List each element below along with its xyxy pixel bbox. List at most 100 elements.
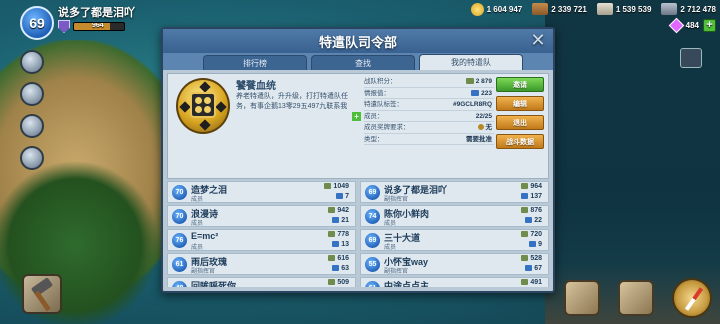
member-vp-value: 876 [530,207,542,214]
intel-icon [471,89,480,96]
task-force-emblem-icon [176,78,230,134]
stat-row: + 成员： 22/25 [352,111,494,123]
victory-points-icon [521,279,529,286]
member-level: 61 [365,281,380,287]
member-intel: 7 [336,193,349,200]
ship-button[interactable] [564,280,600,316]
resource-value: 2 339 721 [551,4,587,14]
member-intel-value: 21 [341,217,349,224]
victory-points-icon [328,231,336,238]
member-vp-value: 964 [530,183,542,190]
stat-value: 22/25 [476,111,492,123]
dialog-title: 特遣队司令部 [318,34,397,50]
add-member-button[interactable]: + [352,111,361,121]
member-role: 成员 [384,221,397,227]
member-intel: 63 [332,265,349,272]
stat-row: 成员奖牌要求： 无 [364,122,494,134]
stat-value-text: 需要批准 [466,135,492,143]
build-button[interactable] [22,274,62,314]
member-row[interactable]: 61 雨后玫瑰 副指挥官 616 63 [167,253,356,275]
resource-gold: 1 604 947 [470,3,523,16]
member-level: 55 [365,257,380,272]
stat-value-text: 22/25 [475,112,492,120]
left-tools [20,50,44,170]
member-name: 中途点点主 [384,281,430,287]
victory-points-icon [328,279,336,286]
tab-0[interactable]: 排行榜 [203,55,307,70]
member-intel: 13 [332,241,349,248]
member-list[interactable]: 70 造梦之泪 成员 1049 7 69 说多了都是泪吖 副指挥官 964 137 70 浪漫诗 成员 9… [167,181,549,287]
chat-icon[interactable] [20,146,44,170]
stat-row: 特遣队标签： #9GCLR8RQ [364,99,494,111]
action-buttons: 邀请编辑退出战斗数据 [496,77,544,149]
member-intel-value: 7 [345,193,349,200]
people-icon[interactable] [20,82,44,106]
victory-points-icon [328,255,336,262]
action-button-2[interactable]: 退出 [496,115,544,130]
member-victory-points: 509 [328,279,349,286]
member-victory-points: 491 [521,279,542,286]
resource-value: 2 712 478 [680,4,716,14]
member-vp-value: 528 [530,255,542,262]
gear-icon[interactable] [20,114,44,138]
member-row[interactable]: 69 三十大道 成员 720 9 [360,229,549,251]
action-button-0[interactable]: 邀请 [496,77,544,92]
member-row[interactable]: 69 说多了都是泪吖 副指挥官 964 137 [360,181,549,203]
intel-icon [521,193,529,200]
member-vp-value: 491 [530,279,542,286]
stat-value-text: 223 [481,89,492,97]
intel-icon [332,265,340,272]
member-vp-value: 1049 [333,183,349,190]
victory-points-icon [521,207,529,214]
stat-label: 战队积分： [364,78,397,85]
stat-value-text: 无 [485,124,493,131]
stat-value: 需要批准 [466,134,492,146]
member-intel: 22 [525,217,542,224]
compass-button[interactable] [672,278,712,318]
member-level: 74 [365,209,380,224]
victory-points-icon [328,207,336,214]
stat-value: 无 [477,122,493,134]
stat-row: 情报值： 223 [364,88,494,99]
player-level-badge[interactable]: 69 [20,6,54,40]
member-intel-value: 63 [341,265,349,272]
member-row[interactable]: 70 浪漫诗 成员 942 21 [167,205,356,227]
buy-diamonds-button[interactable]: + [703,19,716,32]
map-button[interactable] [618,280,654,316]
member-victory-points: 616 [328,255,349,262]
victory-points-icon [465,78,474,85]
stat-label: 特遣队标签： [364,101,403,108]
resource-value: 1 604 947 [486,5,523,14]
task-force-dialog: 特遣队司令部 ✕ 排行榜 查找 我的特遣队 饕餮血统 养老特遣队，升升级，打打特遣队… [161,27,555,293]
member-row[interactable]: 70 造梦之泪 成员 1049 7 [167,181,356,203]
member-row[interactable]: 76 E=mc² 成员 778 13 [167,229,356,251]
member-victory-points: 1049 [324,183,349,190]
member-row[interactable]: 61中途点点主成员49162 [360,277,549,287]
wood-icon [532,3,549,15]
member-intel-value: 67 [534,265,542,272]
action-button-3[interactable]: 战斗数据 [496,134,544,149]
stat-row: 类型： 需要批准 [364,134,494,146]
map-pin-icon[interactable] [20,50,44,74]
member-role: 副指挥官 [384,197,409,203]
resource-wood: 2 339 721 [532,3,587,15]
member-row[interactable]: 55 小怀宝way 副指挥官 528 67 [360,253,549,275]
tab-1[interactable]: 查找 [311,55,415,70]
member-vp-value: 778 [337,231,349,238]
intel-icon [332,241,340,248]
intel-icon [332,217,340,224]
member-vp-value: 942 [337,207,349,214]
resource-stone: 1 539 539 [596,3,651,15]
mail-icon[interactable] [680,48,702,68]
intel-icon [525,217,533,224]
xp-bar: 964 [73,22,125,31]
member-role: 成员 [191,245,204,251]
stat-label: 成员： [364,112,384,120]
member-row[interactable]: 48回眸呼死你指挥官50990 [167,277,356,287]
member-row[interactable]: 74 陈你小鲜肉 成员 876 22 [360,205,549,227]
tab-2[interactable]: 我的特遣队 [419,54,523,70]
task-force-info: 饕餮血统 养老特遣队，升升级，打打特遣队任务，有事企鹅13零29五497九联系我… [167,73,549,179]
close-button[interactable]: ✕ [529,31,547,49]
action-button-1[interactable]: 编辑 [496,96,544,111]
member-intel: 137 [521,193,542,200]
